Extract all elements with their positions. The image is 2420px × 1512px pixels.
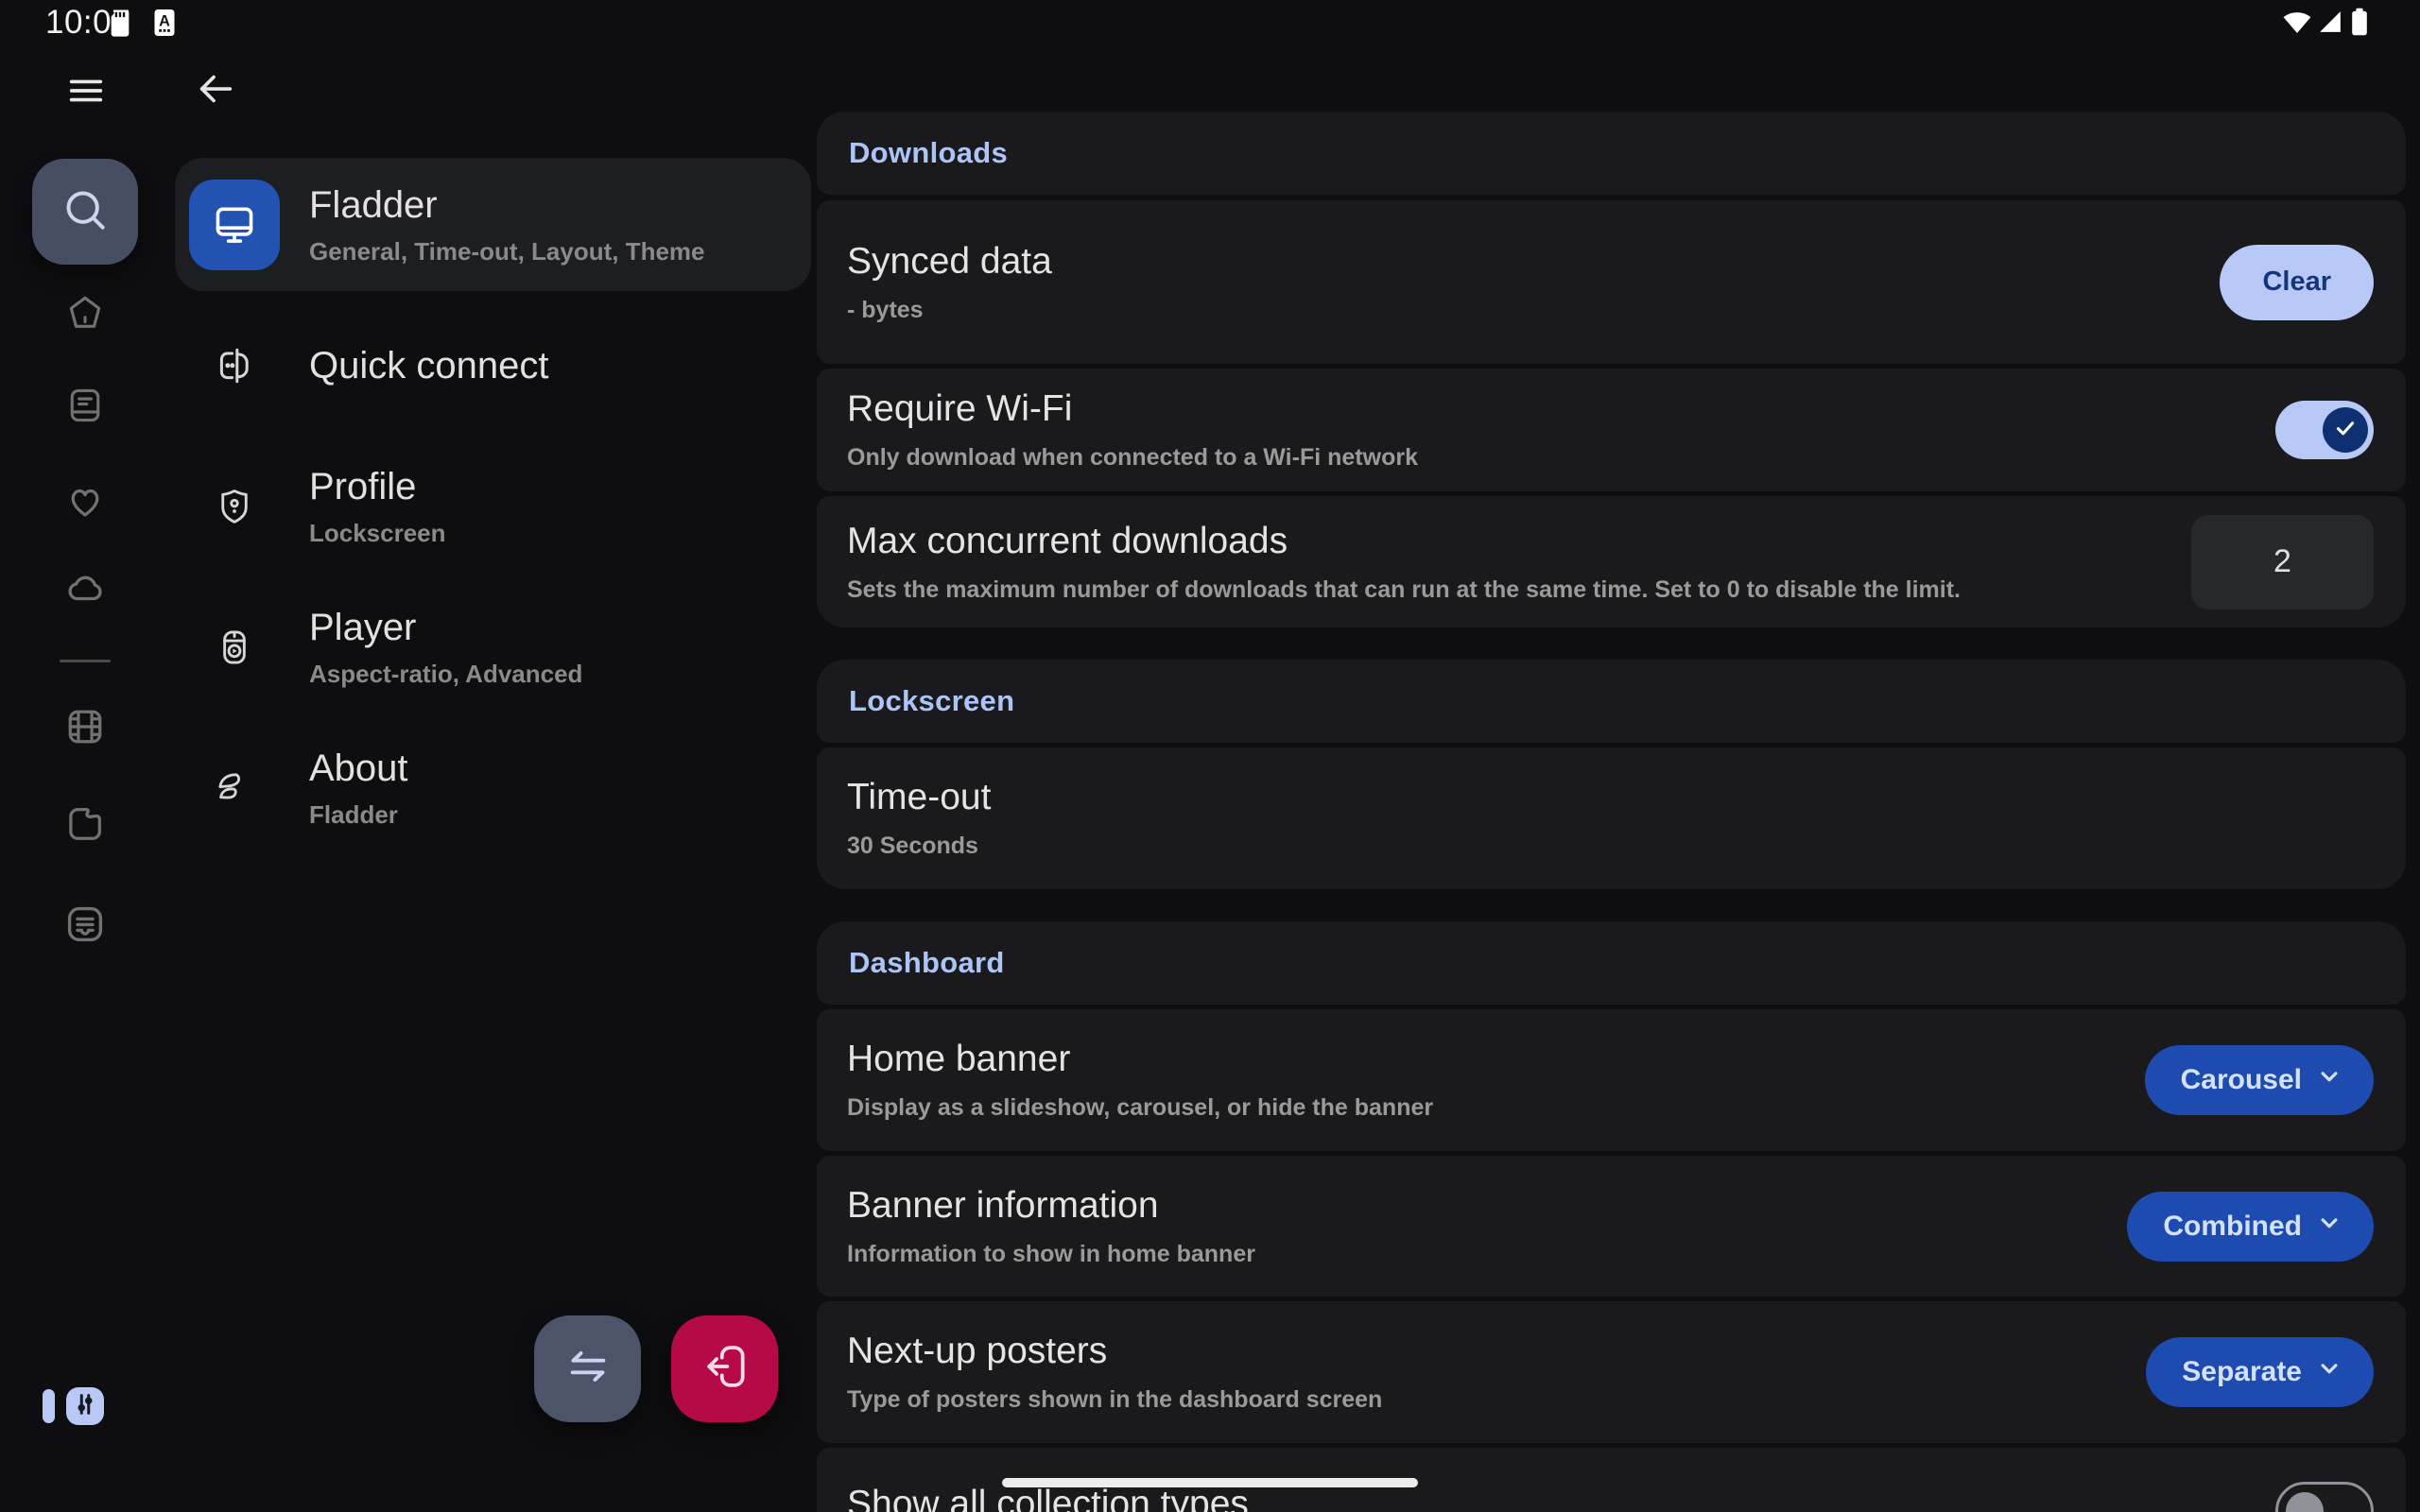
search-icon	[59, 183, 112, 241]
section-header-lockscreen: Lockscreen	[817, 660, 2406, 743]
setting-title: Synced data	[847, 239, 1052, 284]
setting-subtitle: - bytes	[847, 295, 1052, 326]
nav-item-title: Profile	[309, 463, 446, 510]
svg-text:A: A	[159, 13, 170, 30]
setting-subtitle: Display as a slideshow, carousel, or hid…	[847, 1092, 1433, 1124]
nav-item-about[interactable]: About Fladder	[175, 717, 811, 858]
nav-item-profile[interactable]: Profile Lockscreen	[175, 436, 811, 576]
logout-button[interactable]	[671, 1315, 778, 1422]
setting-title: Next-up posters	[847, 1329, 1382, 1374]
nav-item-fladder[interactable]: Fladder General, Time-out, Layout, Theme	[175, 158, 811, 291]
setting-row-home-banner[interactable]: Home banner Display as a slideshow, caro…	[817, 1009, 2406, 1151]
setting-subtitle: Information to show in home banner	[847, 1239, 1255, 1270]
chevron-down-icon	[2315, 1354, 2343, 1390]
rail-divider	[60, 660, 111, 662]
toggle-thumb	[2323, 407, 2368, 453]
nav-item-player[interactable]: Player Aspect-ratio, Advanced	[175, 576, 811, 717]
rail-item-folders[interactable]	[63, 801, 107, 850]
setting-title: Home banner	[847, 1037, 1433, 1082]
setting-title: Max concurrent downloads	[847, 519, 1961, 564]
section-header-downloads: Downloads	[817, 112, 2406, 195]
setting-row-next-up-posters[interactable]: Next-up posters Type of posters shown in…	[817, 1301, 2406, 1443]
nav-item-quick-connect[interactable]: Quick connect	[175, 295, 811, 436]
rail-item-settings[interactable]	[66, 1387, 104, 1425]
app-screen: 10:07 A	[0, 0, 2420, 1512]
require-wifi-toggle[interactable]	[2275, 401, 2374, 459]
cloud-icon	[63, 598, 107, 614]
nav-item-subtitle: Fladder	[309, 799, 408, 831]
setting-subtitle: Type of posters shown in the dashboard s…	[847, 1384, 1382, 1416]
setting-row-require-wifi[interactable]: Require Wi-Fi Only download when connect…	[817, 369, 2406, 491]
show-all-collection-types-toggle[interactable]	[2275, 1482, 2374, 1512]
section-header-label: Downloads	[849, 136, 1008, 170]
section-header-label: Lockscreen	[849, 684, 1014, 718]
setting-row-max-downloads[interactable]: Max concurrent downloads Sets the maximu…	[817, 496, 2406, 627]
setting-row-timeout[interactable]: Time-out 30 Seconds	[817, 747, 2406, 889]
heart-icon	[63, 510, 107, 526]
active-indicator	[43, 1389, 55, 1423]
battery-icon	[2351, 8, 2368, 41]
sd-card-icon	[107, 8, 133, 43]
cellular-signal-icon	[2318, 9, 2342, 39]
rail-item-collections[interactable]	[62, 902, 108, 952]
nav-item-subtitle: Lockscreen	[309, 517, 446, 549]
setting-title: Banner information	[847, 1183, 1255, 1228]
status-bar: 10:07 A	[0, 0, 2420, 43]
chevron-down-icon	[2315, 1062, 2343, 1098]
clear-button[interactable]: Clear	[2220, 245, 2374, 320]
home-banner-dropdown[interactable]: Carousel	[2145, 1045, 2374, 1115]
section-header-dashboard: Dashboard	[817, 921, 2406, 1005]
dropdown-value: Combined	[2163, 1211, 2302, 1243]
letter-a-app-icon: A	[151, 8, 178, 43]
chevron-down-icon	[2315, 1209, 2343, 1245]
film-icon	[63, 736, 107, 752]
setting-subtitle: 30 Seconds	[847, 831, 991, 862]
banner-information-dropdown[interactable]: Combined	[2127, 1192, 2374, 1262]
nav-item-title: Quick connect	[309, 342, 548, 389]
setting-row-synced-data[interactable]: Synced data - bytes Clear	[817, 200, 2406, 364]
rail-item-home[interactable]	[64, 292, 106, 338]
nav-item-title: Fladder	[309, 181, 705, 229]
setting-subtitle: Sets the maximum number of downloads tha…	[847, 575, 1961, 606]
switch-server-button[interactable]	[534, 1315, 641, 1422]
setting-row-banner-information[interactable]: Banner information Information to show i…	[817, 1156, 2406, 1297]
dropdown-value: Separate	[2182, 1356, 2302, 1388]
toggle-thumb	[2286, 1492, 2324, 1512]
fladder-logo-icon	[189, 743, 280, 833]
nav-item-title: Player	[309, 604, 582, 651]
back-arrow-icon[interactable]	[194, 68, 237, 112]
library-icon	[64, 414, 106, 430]
home-icon	[64, 321, 106, 337]
max-downloads-input[interactable]: 2	[2191, 515, 2374, 610]
rail-item-sync[interactable]	[63, 567, 107, 615]
wifi-icon	[2281, 9, 2313, 39]
quick-connect-icon	[189, 320, 280, 411]
menu-icon[interactable]	[64, 69, 108, 112]
next-up-posters-dropdown[interactable]: Separate	[2146, 1337, 2374, 1407]
nav-item-title: About	[309, 745, 408, 792]
swap-icon	[562, 1340, 614, 1398]
player-icon	[189, 602, 280, 693]
monitor-icon	[189, 180, 280, 270]
rail-item-favorites[interactable]	[63, 479, 107, 527]
gesture-navigation-bar[interactable]	[1002, 1478, 1418, 1487]
nav-item-subtitle: General, Time-out, Layout, Theme	[309, 235, 705, 267]
setting-title: Require Wi-Fi	[847, 387, 1418, 432]
archive-icon	[62, 935, 108, 951]
check-icon	[2332, 415, 2359, 446]
setting-subtitle: Only download when connected to a Wi-Fi …	[847, 442, 1418, 473]
rail-item-media[interactable]	[63, 705, 107, 753]
section-header-label: Dashboard	[849, 946, 1005, 980]
setting-title: Time-out	[847, 775, 991, 820]
shield-profile-icon	[189, 461, 280, 552]
folder-icon	[63, 833, 107, 849]
dropdown-value: Carousel	[2181, 1064, 2302, 1096]
settings-sliders-icon	[71, 1390, 99, 1423]
nav-item-subtitle: Aspect-ratio, Advanced	[309, 658, 582, 690]
rail-item-search[interactable]	[32, 159, 138, 265]
logout-icon	[699, 1340, 752, 1398]
rail-item-library[interactable]	[64, 385, 106, 431]
